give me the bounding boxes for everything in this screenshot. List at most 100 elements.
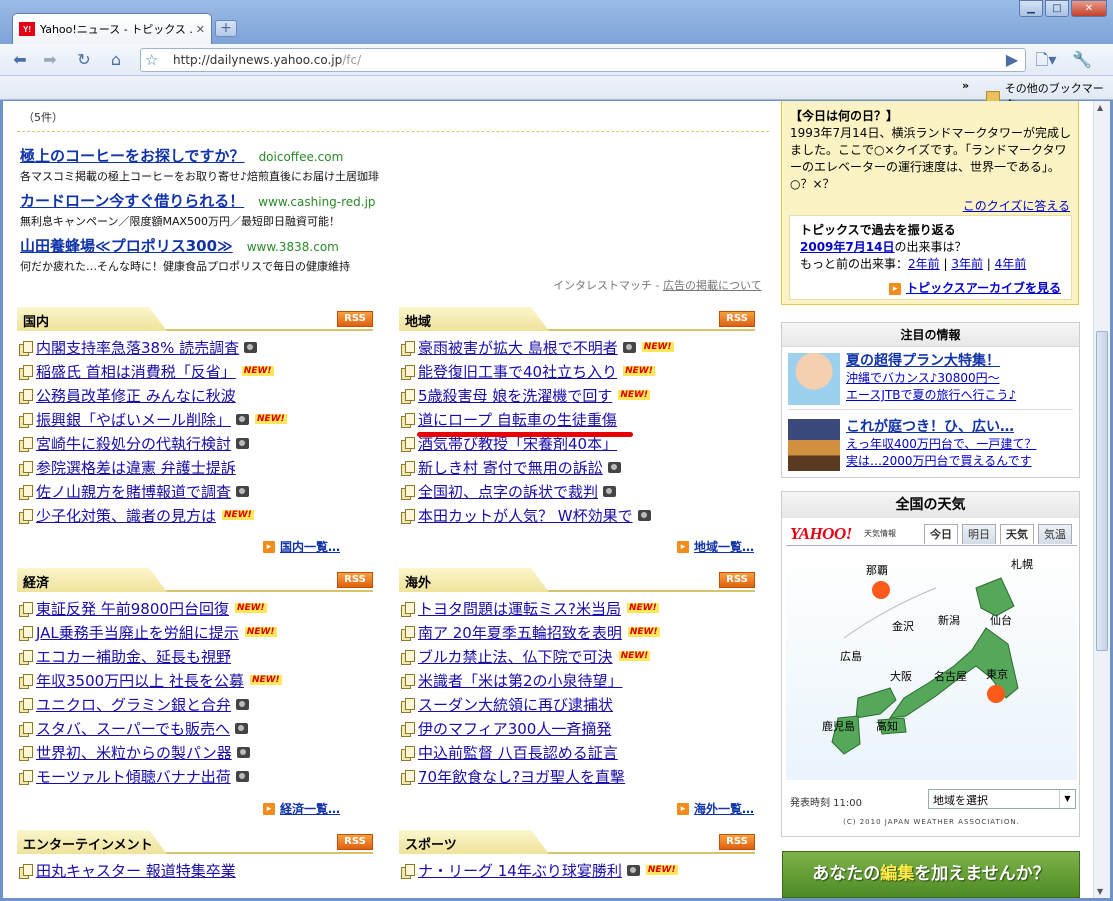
house-photo[interactable] — [788, 419, 840, 471]
city-niigata[interactable]: 新潟 — [938, 612, 960, 628]
news-link[interactable]: 能登復旧工事で40社立ち入り — [418, 361, 617, 382]
rss-button[interactable]: RSS — [719, 572, 755, 588]
news-link[interactable]: 中込前監督 八百長認める証言 — [418, 742, 618, 763]
scroll-thumb[interactable] — [1096, 331, 1108, 651]
news-link[interactable]: スタバ、スーパーでも販売へ — [36, 718, 230, 739]
forward-icon[interactable]: ➡ — [38, 49, 62, 71]
rss-button[interactable]: RSS — [337, 572, 373, 588]
news-link[interactable]: 参院選格差は違憲 弁護士提訴 — [36, 457, 236, 478]
city-hiroshima[interactable]: 広島 — [840, 648, 862, 664]
news-link[interactable]: 田丸キャスター 報道特集卒業 — [36, 860, 236, 881]
news-link[interactable]: JAL乗務手当廃止を労組に提示 — [36, 622, 239, 643]
page-menu-icon[interactable]: 🗋▾ — [1034, 49, 1058, 71]
news-link[interactable]: 米識者「米は第2の小泉待望」 — [418, 670, 623, 691]
news-item[interactable]: 伊のマフィア300人一斉摘発 — [399, 716, 755, 740]
news-item[interactable]: 年収3500万円以上 社長を公募 NEW! — [17, 668, 373, 692]
news-link[interactable]: 豪雨被害が拡大 島根で不明者 — [418, 337, 618, 358]
news-item[interactable]: 70年飲食なし?ヨガ聖人を直撃 — [399, 764, 755, 788]
vertical-scrollbar[interactable]: ▲ ▼ — [1093, 101, 1110, 898]
featured-item[interactable]: これが庭つき！ひ、広い… えっ年収400万円台で、一戸建て？ 実は…2000万円台で… — [788, 419, 1078, 471]
weather-map[interactable]: 札幌 那覇 金沢 新潟 仙台 広島 大阪 名古屋 東京 鹿児島 高知 — [786, 548, 1077, 780]
domestic-more[interactable]: ▸ 国内一覧… — [263, 538, 365, 555]
news-item[interactable]: 能登復旧工事で40社立ち入り NEW! — [399, 359, 755, 383]
news-item[interactable]: 中込前監督 八百長認める証言 — [399, 740, 755, 764]
news-item[interactable]: 世界初、米粒からの製パン器 — [17, 740, 373, 764]
tab-weather[interactable]: 天気 — [1000, 524, 1034, 544]
ad-domain[interactable]: www.3838.com — [247, 240, 339, 254]
rss-button[interactable]: RSS — [719, 311, 755, 327]
world-more[interactable]: ▸ 海外一覧… — [677, 800, 779, 817]
news-link[interactable]: スーダン大統領に再び逮捕状 — [418, 694, 613, 715]
bookmark-star-icon[interactable]: ☆ — [145, 51, 158, 69]
news-link[interactable]: ブルカ禁止法、仏下院で可決 — [418, 646, 613, 667]
ad-link[interactable]: カードローン今すぐ借りられる！ — [20, 192, 244, 210]
news-link[interactable]: 本田カットが人気？ W杯効果で — [418, 505, 633, 526]
news-link[interactable]: エコカー補助金、延長も視野 — [36, 646, 231, 667]
news-link[interactable]: 道にロープ 自転車の生徒重傷 — [418, 409, 617, 430]
news-link[interactable]: モーツァルト傾聴バナナ出荷 — [36, 766, 231, 787]
news-item[interactable]: 5歳殺害母 娘を洗濯機で回す NEW! — [399, 383, 755, 407]
economy-more[interactable]: ▸ 経済一覧… — [263, 800, 365, 817]
news-item[interactable]: 振興銀「やばいメール削除」 NEW! — [17, 407, 373, 431]
news-item[interactable]: 内閣支持率急落38% 読売調査 — [17, 335, 373, 359]
news-link[interactable]: 南ア 20年夏季五輪招致を表明 — [418, 622, 622, 643]
ad-domain[interactable]: doicoffee.com — [259, 150, 344, 164]
region-more[interactable]: ▸ 地域一覧… — [677, 538, 779, 555]
news-item[interactable]: スーダン大統領に再び逮捕状 — [399, 692, 755, 716]
news-item[interactable]: 新しき村 寄付で無用の訴訟 — [399, 455, 755, 479]
news-link[interactable]: 5歳殺害母 娘を洗濯機で回す — [418, 385, 612, 406]
minimize-button[interactable]: ▁ — [1019, 0, 1043, 17]
news-link[interactable]: ユニクロ、グラミン銀と合弁 — [36, 694, 231, 715]
news-item[interactable]: JAL乗務手当廃止を労組に提示 NEW! — [17, 620, 373, 644]
city-kanazawa[interactable]: 金沢 — [892, 618, 914, 634]
news-link[interactable]: 東証反発 午前9800円台回復 — [36, 598, 229, 619]
news-item[interactable]: 豪雨被害が拡大 島根で不明者 NEW! — [399, 335, 755, 359]
quiz-answer-link[interactable]: このクイズに答える — [963, 199, 1070, 213]
news-item[interactable]: ブルカ禁止法、仏下院で可決 NEW! — [399, 644, 755, 668]
past-date-link[interactable]: 2009年7月14日 — [800, 240, 894, 254]
news-item[interactable]: エコカー補助金、延長も視野 — [17, 644, 373, 668]
tab-close-icon[interactable]: ✕ — [196, 23, 205, 36]
news-item[interactable]: 田丸キャスター 報道特集卒業 — [17, 858, 373, 882]
browser-tab[interactable]: Y! Yahoo!ニュース - トピックス ... ✕ — [12, 13, 212, 44]
scroll-up-icon[interactable]: ▲ — [1097, 103, 1103, 112]
city-sendai[interactable]: 仙台 — [990, 612, 1012, 628]
news-link[interactable]: 内閣支持率急落38% 読売調査 — [36, 337, 239, 358]
bookmarks-chevron-icon[interactable]: » — [962, 79, 969, 92]
2-years-ago-link[interactable]: 2年前 — [908, 257, 940, 271]
city-kagoshima[interactable]: 鹿児島 — [822, 718, 855, 734]
city-naha[interactable]: 那覇 — [866, 562, 888, 578]
city-kochi[interactable]: 高知 — [876, 718, 898, 734]
news-item[interactable]: 全国初、点字の訴状で裁判 — [399, 479, 755, 503]
new-tab-button[interactable]: + — [215, 20, 237, 37]
city-sapporo[interactable]: 札幌 — [1011, 556, 1033, 572]
news-item[interactable]: 参院選格差は違憲 弁護士提訴 — [17, 455, 373, 479]
ad-placement-link[interactable]: 広告の掲載について — [663, 279, 762, 292]
news-link[interactable]: 宮崎牛に殺処分の代執行検討 — [36, 433, 231, 454]
city-osaka[interactable]: 大阪 — [890, 668, 912, 684]
news-link[interactable]: 稲盛氏 首相は消費税「反省」 — [36, 361, 236, 382]
news-item[interactable]: 公務員改革修正 みんなに秋波 — [17, 383, 373, 407]
news-link[interactable]: 世界初、米粒からの製パン器 — [36, 742, 232, 763]
rss-button[interactable]: RSS — [337, 834, 373, 850]
go-icon[interactable]: ▶ — [1000, 49, 1024, 71]
3-years-ago-link[interactable]: 3年前 — [951, 257, 983, 271]
address-bar[interactable]: ☆ http://dailynews.yahoo.co.jp/fc/ — [140, 48, 1026, 72]
reload-icon[interactable]: ↻ — [72, 49, 96, 71]
news-item[interactable]: ナ・リーグ 14年ぶり球宴勝利 NEW! — [399, 858, 755, 882]
featured-item[interactable]: 夏の超得プラン大特集！ 沖縄でバカンス♪30800円～ エースJTBで夏の旅行へ行こ… — [788, 353, 1078, 405]
city-nagoya[interactable]: 名古屋 — [934, 668, 967, 684]
tab-temperature[interactable]: 気温 — [1038, 524, 1072, 544]
news-link[interactable]: 年収3500万円以上 社長を公募 — [36, 670, 244, 691]
news-link[interactable]: 70年飲食なし?ヨガ聖人を直撃 — [418, 766, 625, 787]
news-link[interactable]: トヨタ問題は運転ミス?米当局 — [418, 598, 621, 619]
news-item[interactable]: ユニクロ、グラミン銀と合弁 — [17, 692, 373, 716]
news-link[interactable]: 公務員改革修正 みんなに秋波 — [36, 385, 236, 406]
yahoo-logo[interactable]: YAHOO! — [790, 524, 852, 544]
maximize-button[interactable]: □ — [1045, 0, 1069, 17]
rss-button[interactable]: RSS — [337, 311, 373, 327]
news-item[interactable]: 道にロープ 自転車の生徒重傷 — [399, 407, 755, 431]
news-item[interactable]: スタバ、スーパーでも販売へ — [17, 716, 373, 740]
tab-today[interactable]: 今日 — [924, 524, 958, 544]
news-link[interactable]: 少子化対策、識者の見方は — [36, 505, 216, 526]
